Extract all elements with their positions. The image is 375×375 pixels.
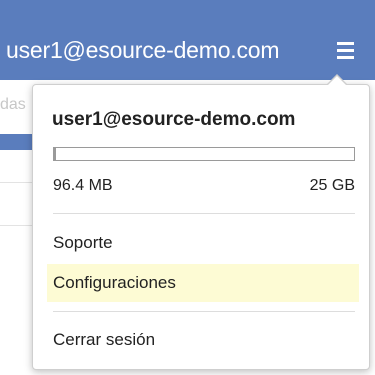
menu-item-support[interactable]: Soporte [47, 224, 359, 262]
storage-usage-fill [54, 148, 56, 160]
hamburger-menu-icon[interactable] [328, 32, 364, 68]
storage-usage-bar [53, 147, 355, 161]
menu-item-logout[interactable]: Cerrar sesión [47, 321, 359, 359]
menu-bar-line [337, 56, 354, 59]
menu-divider [53, 311, 355, 312]
menu-divider [53, 213, 355, 214]
background-page-tab [0, 134, 32, 150]
top-bar: user1@esource-demo.com [0, 0, 375, 80]
account-email[interactable]: user1@esource-demo.com [6, 37, 280, 64]
dropdown-caret [328, 76, 346, 85]
menu-item-settings[interactable]: Configuraciones [47, 264, 359, 302]
background-divider [0, 182, 32, 183]
menu-bar-line [337, 42, 354, 45]
storage-total-label: 25 GB [309, 177, 355, 194]
background-divider [0, 225, 32, 226]
dropdown-user-email: user1@esource-demo.com [52, 109, 296, 130]
background-page-text: das [0, 96, 26, 113]
menu-bar-line [337, 49, 354, 52]
storage-used-label: 96.4 MB [53, 177, 113, 194]
account-dropdown-menu: user1@esource-demo.com 96.4 MB 25 GB Sop… [32, 74, 370, 370]
